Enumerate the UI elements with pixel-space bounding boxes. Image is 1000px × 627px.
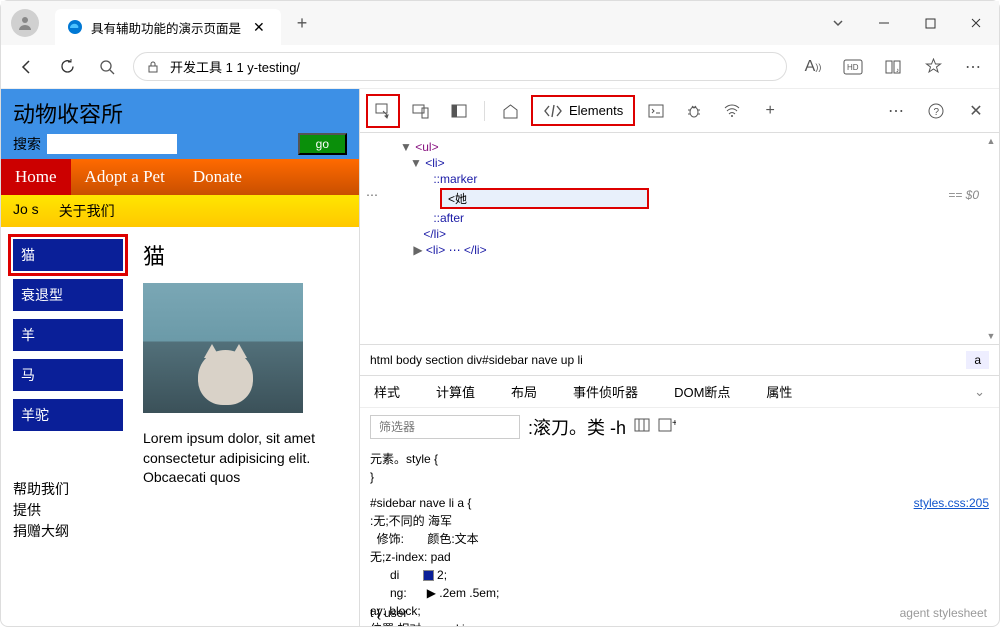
sidebar-item[interactable]: 衰退型: [13, 279, 123, 311]
bug-icon[interactable]: [681, 98, 707, 124]
tab-layout[interactable]: 布局: [511, 382, 537, 401]
breadcrumb[interactable]: html body section div#sidebar nave up li…: [360, 344, 999, 375]
flex-icon[interactable]: [634, 418, 650, 437]
svg-text:♪: ♪: [896, 68, 899, 74]
tab-title: 具有辅助功能的演示页面是: [91, 18, 241, 37]
maximize-icon[interactable]: [907, 5, 953, 41]
devtools-toolbar: Elements + ⋯ ? ✕: [360, 89, 999, 133]
sidebar-item[interactable]: 羊驼: [13, 399, 123, 431]
search-label: 搜索: [13, 134, 41, 154]
sidebar-item[interactable]: 羊: [13, 319, 123, 351]
tab-dom-breakpoints[interactable]: DOM断点: [674, 382, 730, 401]
person-icon: [17, 15, 33, 31]
subnav-about[interactable]: 关于我们: [59, 201, 115, 221]
tab-styles[interactable]: 样式: [374, 382, 400, 401]
gutter-more-icon[interactable]: ⋯: [366, 188, 378, 202]
favorite-icon[interactable]: [919, 53, 947, 81]
profile-avatar[interactable]: [11, 9, 39, 37]
address-bar: 开发工具 1 1 y-testing/ A)) HD ♪ ⋯: [1, 45, 999, 89]
svg-text:?: ?: [934, 107, 940, 118]
back-button[interactable]: [13, 53, 41, 81]
read-aloud-icon[interactable]: A)): [799, 53, 827, 81]
hov-toggle[interactable]: :滚刀。类 -h: [528, 414, 626, 440]
devtools-close-icon[interactable]: ✕: [963, 98, 989, 124]
url-text: 开发工具 1 1 y-testing/: [170, 57, 300, 76]
svg-text:+: +: [672, 418, 676, 429]
chevron-down-icon[interactable]: ⌄: [974, 384, 985, 400]
new-tab-button[interactable]: +: [289, 9, 316, 38]
tab-properties[interactable]: 属性: [766, 382, 792, 401]
page-sidebar: 猫 衰退型 羊 马 羊驼 帮助我们 提供 捐赠大纲: [13, 239, 123, 614]
browser-tab[interactable]: 具有辅助功能的演示页面是 ✕: [55, 9, 281, 45]
eq0-label: == $0: [948, 188, 979, 202]
add-style-icon[interactable]: +: [658, 418, 676, 437]
cat-photo: [143, 283, 303, 413]
network-icon[interactable]: [719, 98, 745, 124]
lock-icon: [146, 60, 160, 74]
go-button[interactable]: go: [298, 133, 347, 155]
tab-listeners[interactable]: 事件侦听器: [573, 382, 638, 401]
main-nav: Home Adopt a Pet Donate: [1, 159, 359, 195]
refresh-button[interactable]: [53, 53, 81, 81]
selected-dom-node[interactable]: <她: [440, 188, 649, 209]
console-tab-icon[interactable]: [643, 98, 669, 124]
close-icon[interactable]: [953, 5, 999, 41]
svg-text:HD: HD: [847, 63, 859, 72]
subnav-jobs[interactable]: Jo s: [13, 201, 39, 221]
device-toggle-icon[interactable]: [408, 98, 434, 124]
hd-icon[interactable]: HD: [839, 53, 867, 81]
page-search-input[interactable]: [47, 134, 177, 154]
search-icon[interactable]: [93, 53, 121, 81]
sidebar-item[interactable]: 马: [13, 359, 123, 391]
inspect-element-icon[interactable]: [370, 98, 396, 124]
article-body: Lorem ipsum dolor, sit amet consectetur …: [143, 429, 347, 488]
dom-tree[interactable]: ▲▼ ▼ <ul> ▼ <li> ::marker ⋯ <她 == $0 ::a…: [360, 133, 999, 344]
sidebar-item-cats[interactable]: 猫: [13, 239, 123, 271]
tab-close-icon[interactable]: ✕: [249, 19, 269, 36]
ua-stylesheet-label: agent stylesheet: [900, 604, 987, 622]
devtools-more-icon[interactable]: ⋯: [883, 98, 909, 124]
panel-icon[interactable]: [446, 98, 472, 124]
webpage-viewport: 动物收容所 搜索 go Home Adopt a Pet Donate Jo s…: [1, 89, 359, 626]
nav-adopt[interactable]: Adopt a Pet: [71, 159, 179, 195]
nav-donate[interactable]: Donate: [179, 159, 256, 195]
css-source-link[interactable]: styles.css:205: [914, 494, 989, 512]
minimize-icon[interactable]: [861, 5, 907, 41]
reader-icon[interactable]: ♪: [879, 53, 907, 81]
sidebar-help: 帮助我们 提供 捐赠大纲: [13, 479, 123, 542]
elements-tab[interactable]: Elements: [535, 99, 631, 122]
styles-tab-bar: 样式 计算值 布局 事件侦听器 DOM断点 属性 ⌄: [360, 375, 999, 407]
edge-icon: [67, 19, 83, 35]
welcome-tab-icon[interactable]: [497, 98, 523, 124]
window-titlebar: 具有辅助功能的演示页面是 ✕ +: [1, 1, 999, 45]
page-title: 动物收容所: [13, 97, 347, 129]
sub-nav: Jo s 关于我们: [1, 195, 359, 227]
tab-computed[interactable]: 计算值: [436, 382, 475, 401]
url-input[interactable]: 开发工具 1 1 y-testing/: [133, 52, 787, 81]
scrollbar[interactable]: ▲▼: [985, 135, 997, 342]
help-icon[interactable]: ?: [923, 98, 949, 124]
devtools-panel: Elements + ⋯ ? ✕ ▲▼ ▼ <ul> ▼ <li> ::mark…: [359, 89, 999, 626]
styles-pane[interactable]: 元素。style { } styles.css:205 #sidebar nav…: [360, 446, 999, 626]
add-tab-icon[interactable]: +: [757, 98, 783, 124]
article-title: 猫: [143, 239, 347, 271]
code-icon: [543, 104, 563, 118]
more-icon[interactable]: ⋯: [959, 53, 987, 81]
styles-filter-input[interactable]: [370, 415, 520, 439]
window-dropdown-icon[interactable]: [815, 5, 861, 41]
color-swatch[interactable]: [423, 570, 434, 581]
breadcrumb-current[interactable]: a: [966, 351, 989, 369]
nav-home[interactable]: Home: [1, 159, 71, 195]
